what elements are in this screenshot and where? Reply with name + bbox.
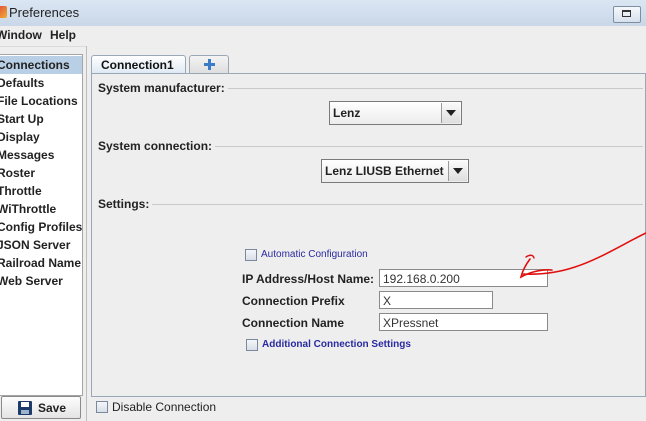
sidebar-item-railroad-name[interactable]: Railroad Name [0,254,82,272]
sidebar-item-start-up[interactable]: Start Up [0,110,82,128]
sidebar-item-defaults[interactable]: Defaults [0,74,82,92]
floppy-disk-icon [18,401,32,415]
chevron-down-icon[interactable] [441,103,460,123]
disable-connection-checkbox[interactable] [96,401,108,413]
sidebar-item-json-server[interactable]: JSON Server [0,236,82,254]
chevron-down-icon[interactable] [448,161,467,181]
plus-icon [204,59,215,70]
connection-select[interactable]: Lenz LIUSB Ethernet [321,159,469,183]
connection-name-input[interactable] [379,313,548,331]
sidebar-item-withrottle[interactable]: WiThrottle [0,200,82,218]
connection-prefix-label: Connection Prefix [242,294,345,308]
save-button[interactable]: Save [1,396,81,419]
automatic-configuration-label[interactable]: Automatic Configuration [261,249,368,260]
app-icon [0,6,7,18]
sidebar-item-web-server[interactable]: Web Server [0,272,82,290]
menu-bar: Window Help [0,26,646,47]
maximize-icon [622,10,631,17]
manufacturer-select-value: Lenz [333,106,361,120]
sidebar-item-display[interactable]: Display [0,128,82,146]
connection-select-value: Lenz LIUSB Ethernet [325,164,444,178]
red-arrow-annotation [519,232,646,279]
additional-settings-checkbox[interactable] [246,339,258,351]
add-connection-tab[interactable] [189,55,229,74]
manufacturer-select[interactable]: Lenz [329,101,462,125]
tab-connection1-label: Connection1 [101,58,174,72]
maximize-button[interactable] [613,6,641,23]
connection-name-label: Connection Name [242,316,345,330]
automatic-configuration-checkbox[interactable] [245,249,257,261]
preferences-sidebar: Connections Defaults File Locations Star… [0,54,83,396]
menu-window[interactable]: Window [0,28,42,42]
save-button-label: Save [38,401,67,415]
menu-help[interactable]: Help [50,28,76,42]
sidebar-item-file-locations[interactable]: File Locations [0,92,82,110]
sidebar-item-config-profiles[interactable]: Config Profiles [0,218,82,236]
sidebar-item-throttle[interactable]: Throttle [0,182,82,200]
sidebar-item-roster[interactable]: Roster [0,164,82,182]
connection-prefix-input[interactable] [379,291,493,309]
title-bar: Preferences [0,0,646,27]
window-title: Preferences [9,5,80,20]
additional-settings-label[interactable]: Additional Connection Settings [262,339,411,350]
ip-address-label: IP Address/Host Name: [242,272,375,286]
tab-connection1[interactable]: Connection1 [91,55,186,74]
manufacturer-group-title: System manufacturer: [98,81,228,95]
settings-group-title: Settings: [98,197,153,211]
disable-connection-label[interactable]: Disable Connection [112,400,216,414]
sidebar-item-connections[interactable]: Connections [0,56,82,74]
connection-group-title: System connection: [98,139,216,153]
sidebar-item-messages[interactable]: Messages [0,146,82,164]
